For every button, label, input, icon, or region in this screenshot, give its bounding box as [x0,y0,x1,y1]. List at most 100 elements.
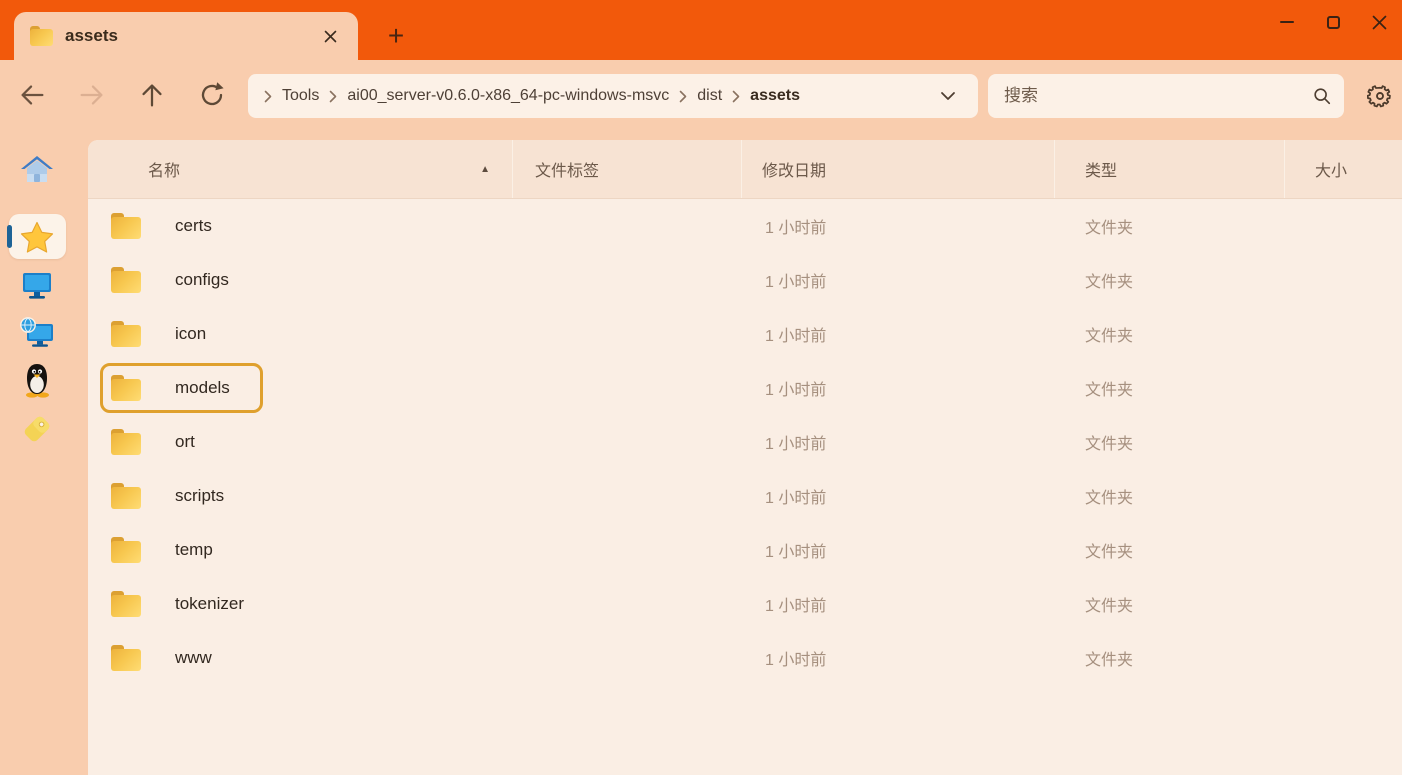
file-type: 文件夹 [1085,436,1134,453]
settings-button[interactable] [1360,74,1400,118]
file-item[interactable]: www [100,633,245,683]
search-box[interactable] [988,74,1344,118]
file-item[interactable]: tokenizer [100,579,277,629]
file-tags [513,253,742,307]
file-item[interactable]: configs [100,255,262,305]
file-item[interactable]: ort [100,417,228,467]
file-size [1285,361,1402,415]
file-row[interactable]: icon 1 小时前 文件夹 [88,307,1402,361]
file-name: scripts [175,486,225,505]
file-row[interactable]: scripts 1 小时前 文件夹 [88,469,1402,523]
file-name: www [175,648,212,667]
tab-assets[interactable]: assets [14,12,358,60]
maximize-button[interactable] [1310,2,1356,42]
file-item[interactable]: scripts [100,471,257,521]
file-row[interactable]: www 1 小时前 文件夹 [88,631,1402,685]
column-header-name[interactable]: 名称 ▲ [88,140,513,198]
breadcrumb-segment[interactable]: Tools [282,87,319,105]
file-row[interactable]: certs 1 小时前 文件夹 [88,199,1402,253]
tab-close-button[interactable] [316,22,344,50]
file-modified: 1 小时前 [765,274,827,291]
sidebar-item-network[interactable] [18,313,56,351]
chevron-right-icon [732,90,740,103]
close-button[interactable] [1356,2,1402,42]
file-size [1285,523,1402,577]
sidebar-item-tags[interactable] [18,410,56,448]
file-name: ort [175,432,195,451]
monitor-icon [23,272,51,299]
file-modified: 1 小时前 [765,544,827,561]
breadcrumb-dropdown-button[interactable] [932,87,964,105]
file-name: tokenizer [175,594,244,613]
file-tags [513,631,742,685]
file-item[interactable]: temp [100,525,246,575]
sidebar-item-linux[interactable] [18,361,56,399]
close-icon [324,30,336,42]
window-controls [1264,0,1402,44]
folder-icon [111,429,141,455]
breadcrumb[interactable]: Tools ai00_server-v0.6.0-x86_64-pc-window… [248,74,978,118]
file-item[interactable]: models [100,363,263,413]
chevron-right-icon [264,90,272,103]
breadcrumb-segments: Tools ai00_server-v0.6.0-x86_64-pc-window… [258,87,804,105]
file-size [1285,307,1402,361]
refresh-button[interactable] [192,75,232,115]
folder-icon [111,267,141,293]
file-item[interactable]: certs [100,201,245,251]
search-input[interactable] [1004,86,1312,106]
close-icon [1372,15,1386,29]
folder-icon [111,483,141,509]
file-row[interactable]: configs 1 小时前 文件夹 [88,253,1402,307]
up-button[interactable] [132,75,172,115]
sidebar-item-starred[interactable] [18,218,56,256]
column-header-size[interactable]: 大小 [1285,140,1402,198]
file-size [1285,199,1402,253]
file-list: certs 1 小时前 文件夹 configs 1 小时前 文件夹 icon 1… [88,199,1402,685]
tab-label: assets [65,26,118,45]
file-modified: 1 小时前 [765,328,827,345]
file-modified: 1 小时前 [765,436,827,453]
file-row[interactable]: ort 1 小时前 文件夹 [88,415,1402,469]
minimize-icon [1280,21,1294,23]
sidebar-item-this-pc[interactable] [18,266,56,304]
folder-icon [30,26,53,46]
file-tags [513,307,742,361]
file-item[interactable]: icon [100,309,239,359]
file-row[interactable]: temp 1 小时前 文件夹 [88,523,1402,577]
file-type: 文件夹 [1085,274,1134,291]
minimize-button[interactable] [1264,2,1310,42]
breadcrumb-segment[interactable]: assets [750,87,800,105]
file-row[interactable]: tokenizer 1 小时前 文件夹 [88,577,1402,631]
file-manager-window: assets + Tools ai00_server-v0.6.0-x86_64… [0,0,1402,775]
star-icon [20,221,54,253]
sidebar-item-home[interactable] [18,151,56,189]
linux-penguin-icon [26,364,49,398]
file-size [1285,253,1402,307]
arrow-left-icon [21,85,44,105]
column-label: 名称 [148,163,181,180]
folder-icon [111,645,141,671]
file-type: 文件夹 [1085,382,1134,399]
file-type: 文件夹 [1085,652,1134,669]
file-browser-panel: 名称 ▲ 文件标签 修改日期 类型 大小 certs 1 小时前 文件夹 con… [88,140,1402,775]
file-name: models [175,378,230,397]
file-name: configs [175,270,229,289]
column-header-type[interactable]: 类型 [1055,140,1285,198]
file-modified: 1 小时前 [765,490,827,507]
sidebar [0,130,88,775]
file-row[interactable]: models 1 小时前 文件夹 [88,361,1402,415]
new-tab-button[interactable]: + [378,18,414,54]
file-type: 文件夹 [1085,544,1134,561]
file-modified: 1 小时前 [765,220,827,237]
toolbar: Tools ai00_server-v0.6.0-x86_64-pc-window… [0,60,1402,130]
file-tags [513,199,742,253]
file-type: 文件夹 [1085,490,1134,507]
forward-button[interactable] [72,75,112,115]
column-header-tags[interactable]: 文件标签 [513,140,742,198]
network-icon [20,316,53,347]
breadcrumb-segment[interactable]: dist [697,87,722,105]
breadcrumb-segment[interactable]: ai00_server-v0.6.0-x86_64-pc-windows-msv… [347,87,669,105]
back-button[interactable] [12,75,52,115]
column-header-modified[interactable]: 修改日期 [742,140,1055,198]
file-type: 文件夹 [1085,220,1134,237]
